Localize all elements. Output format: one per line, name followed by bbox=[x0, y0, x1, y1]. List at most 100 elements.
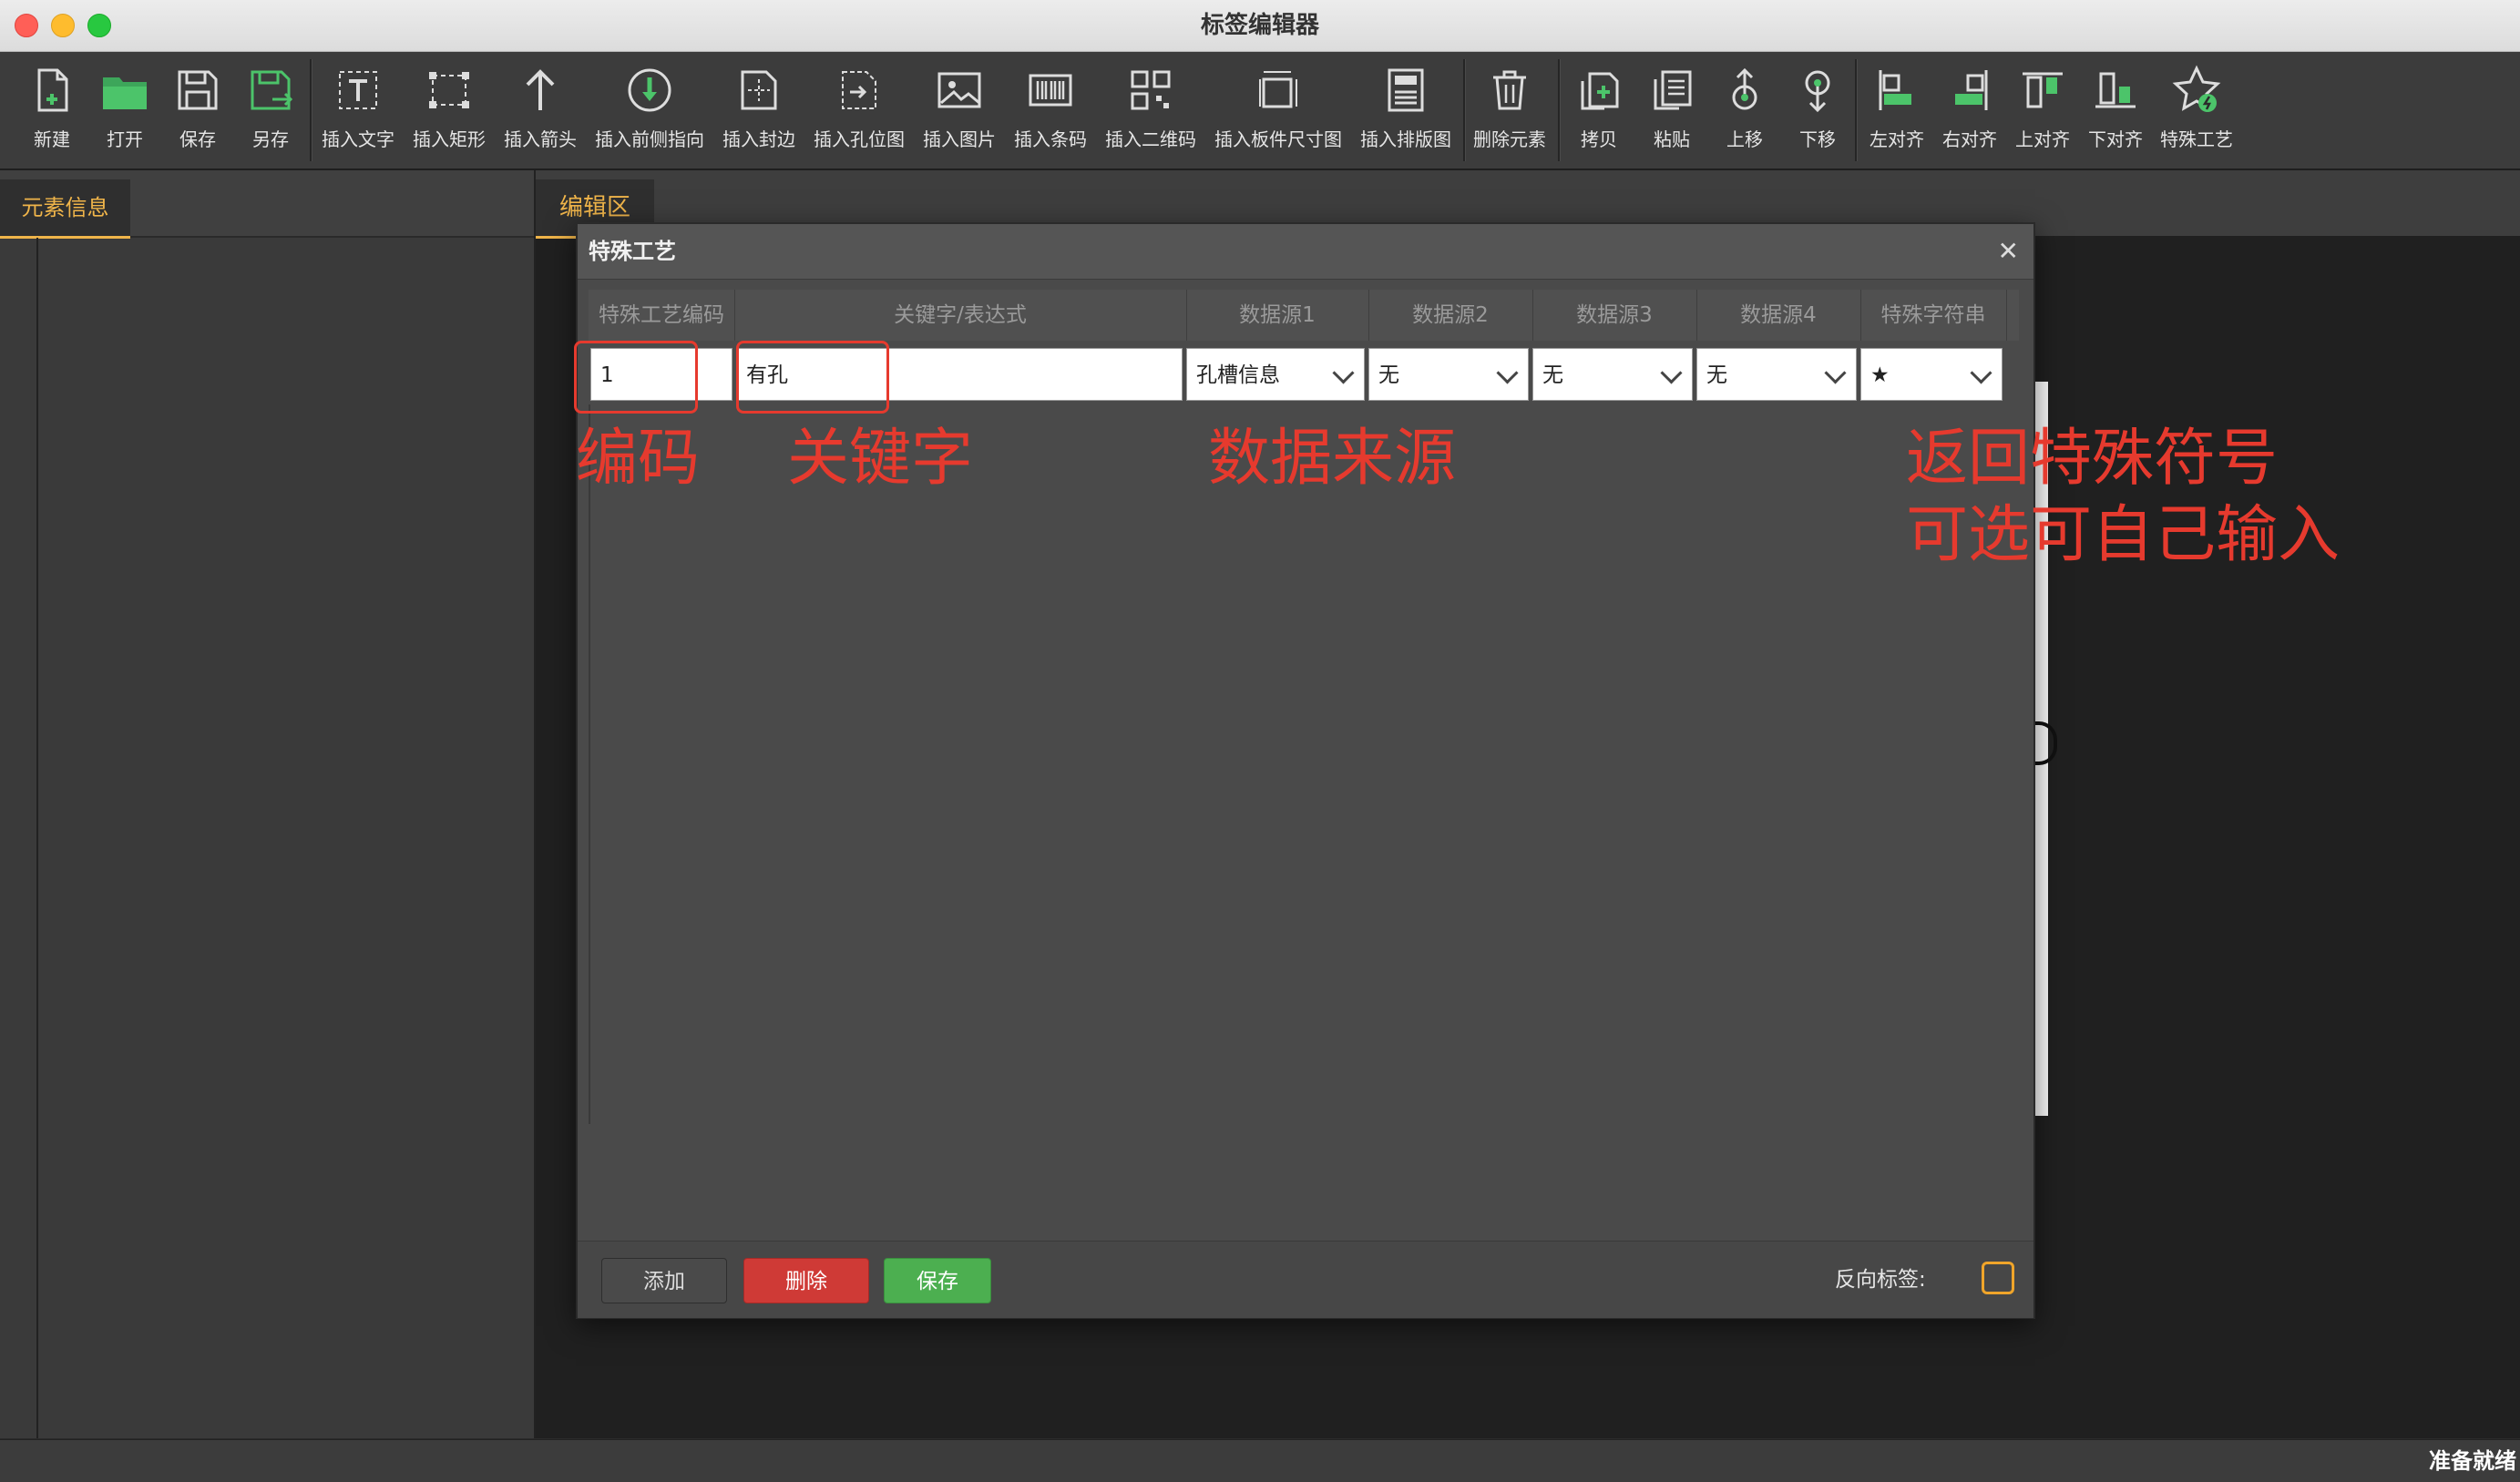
copy-label: 拷贝 bbox=[1581, 128, 1617, 150]
insert-qrcode-label: 插入二维码 bbox=[1105, 128, 1196, 150]
delete-element-label: 删除元素 bbox=[1473, 128, 1546, 150]
chevron-down-icon bbox=[1970, 362, 1992, 384]
insert-qrcode-icon bbox=[1123, 63, 1178, 118]
annotation-box-keyword bbox=[736, 341, 889, 414]
source4-select[interactable]: 无 bbox=[1696, 348, 1857, 401]
save-as-button[interactable]: 另存 bbox=[242, 52, 299, 169]
annotation-source: 数据来源 bbox=[1208, 423, 1457, 495]
insert-front-pointer-label: 插入前侧指向 bbox=[595, 128, 704, 150]
column-header-source2[interactable]: 数据源2 bbox=[1368, 290, 1533, 341]
paste-icon bbox=[1644, 63, 1699, 118]
column-header-special-string[interactable]: 特殊字符串 bbox=[1860, 290, 2007, 341]
copy-icon bbox=[1572, 63, 1626, 118]
insert-rect-button[interactable]: 插入矩形 bbox=[412, 52, 487, 169]
toolbar-separator bbox=[1558, 59, 1561, 161]
insert-hole-map-icon bbox=[832, 63, 886, 118]
chevron-down-icon bbox=[1660, 362, 1683, 384]
align-left-icon bbox=[1870, 63, 1924, 118]
new-label: 新建 bbox=[34, 128, 70, 150]
dialog-title: 特殊工艺 bbox=[589, 239, 676, 264]
source1-value: 孔槽信息 bbox=[1196, 363, 1280, 387]
move-down-label: 下移 bbox=[1799, 128, 1836, 150]
insert-arrow-icon bbox=[513, 63, 568, 118]
insert-panel-size-label: 插入板件尺寸图 bbox=[1214, 128, 1342, 150]
save-toolbar-button[interactable]: 保存 bbox=[169, 52, 226, 169]
new-button[interactable]: 新建 bbox=[24, 52, 80, 169]
save-as-icon bbox=[243, 63, 298, 118]
toolbar-separator bbox=[310, 59, 312, 161]
align-top-button[interactable]: 上对齐 bbox=[2010, 52, 2075, 169]
copy-button[interactable]: 拷贝 bbox=[1571, 52, 1627, 169]
insert-edge-band-button[interactable]: 插入封边 bbox=[722, 52, 796, 169]
special-string-value: ★ bbox=[1870, 363, 1890, 387]
save-toolbar-label: 保存 bbox=[179, 128, 216, 150]
move-down-button[interactable]: 下移 bbox=[1789, 52, 1846, 169]
source1-select[interactable]: 孔槽信息 bbox=[1186, 348, 1365, 401]
insert-arrow-label: 插入箭头 bbox=[504, 128, 577, 150]
insert-image-icon bbox=[932, 63, 987, 118]
source4-value: 无 bbox=[1706, 363, 1727, 387]
move-up-button[interactable]: 上移 bbox=[1716, 52, 1773, 169]
insert-hole-map-button[interactable]: 插入孔位图 bbox=[813, 52, 906, 169]
insert-edge-band-icon bbox=[732, 63, 786, 118]
element-info-gutter bbox=[0, 238, 38, 1438]
save-icon bbox=[170, 63, 225, 118]
delete-element-button[interactable]: 删除元素 bbox=[1472, 52, 1547, 169]
insert-rect-label: 插入矩形 bbox=[413, 128, 486, 150]
element-info-tabbar: 元素信息 bbox=[0, 170, 534, 239]
table-header: 特殊工艺编码 关键字/表达式 数据源1 数据源2 数据源3 数据源4 特殊字符串 bbox=[589, 290, 2019, 341]
insert-qrcode-button[interactable]: 插入二维码 bbox=[1104, 52, 1197, 169]
column-header-code[interactable]: 特殊工艺编码 bbox=[589, 290, 735, 341]
move-up-icon bbox=[1717, 63, 1772, 118]
paste-label: 粘贴 bbox=[1654, 128, 1690, 150]
open-button[interactable]: 打开 bbox=[97, 52, 153, 169]
align-bottom-label: 下对齐 bbox=[2088, 128, 2143, 150]
column-header-source4[interactable]: 数据源4 bbox=[1696, 290, 1861, 341]
window-title: 标签编辑器 bbox=[1200, 12, 1319, 39]
align-left-button[interactable]: 左对齐 bbox=[1864, 52, 1930, 169]
column-header-keyword[interactable]: 关键字/表达式 bbox=[734, 290, 1187, 341]
insert-arrow-button[interactable]: 插入箭头 bbox=[503, 52, 578, 169]
chevron-down-icon bbox=[1332, 362, 1355, 384]
align-bottom-button[interactable]: 下对齐 bbox=[2083, 52, 2148, 169]
dialog-header: 特殊工艺 ✕ bbox=[578, 224, 2033, 280]
insert-text-button[interactable]: 插入文字 bbox=[321, 52, 395, 169]
insert-layout-button[interactable]: 插入排版图 bbox=[1359, 52, 1452, 169]
special-process-button[interactable]: 特殊工艺 bbox=[2156, 52, 2238, 169]
annotation-keyword: 关键字 bbox=[787, 423, 974, 495]
toolbar-separator bbox=[1463, 59, 1466, 161]
close-icon[interactable]: ✕ bbox=[1998, 224, 2019, 279]
status-text: 准备就绪 bbox=[2429, 1448, 2516, 1474]
element-info-panel: 元素信息 bbox=[0, 170, 536, 1438]
insert-panel-size-button[interactable]: 插入板件尺寸图 bbox=[1214, 52, 1343, 169]
delete-button[interactable]: 删除 bbox=[743, 1258, 869, 1303]
save-button[interactable]: 保存 bbox=[884, 1258, 991, 1303]
source3-value: 无 bbox=[1542, 363, 1563, 387]
insert-front-pointer-button[interactable]: 插入前侧指向 bbox=[594, 52, 705, 169]
add-button[interactable]: 添加 bbox=[601, 1258, 727, 1303]
save-as-label: 另存 bbox=[252, 128, 289, 150]
insert-image-label: 插入图片 bbox=[923, 128, 996, 150]
insert-image-button[interactable]: 插入图片 bbox=[922, 52, 997, 169]
align-top-label: 上对齐 bbox=[2015, 128, 2070, 150]
tab-element-info[interactable]: 元素信息 bbox=[0, 179, 130, 239]
insert-edge-band-label: 插入封边 bbox=[722, 128, 795, 150]
align-bottom-icon bbox=[2088, 63, 2143, 118]
status-bar: 准备就绪 bbox=[0, 1439, 2520, 1482]
new-file-icon bbox=[25, 63, 79, 118]
special-string-combo[interactable]: ★ bbox=[1860, 348, 2003, 401]
insert-text-label: 插入文字 bbox=[322, 128, 394, 150]
align-right-button[interactable]: 右对齐 bbox=[1937, 52, 2003, 169]
chevron-down-icon bbox=[1824, 362, 1847, 384]
paste-button[interactable]: 粘贴 bbox=[1644, 52, 1700, 169]
align-right-icon bbox=[1942, 63, 1997, 118]
source2-select[interactable]: 无 bbox=[1368, 348, 1529, 401]
dialog-footer: 添加 删除 保存 反向标签: bbox=[578, 1241, 2033, 1318]
insert-barcode-button[interactable]: 插入条码 bbox=[1013, 52, 1088, 169]
source3-select[interactable]: 无 bbox=[1532, 348, 1693, 401]
column-header-source1[interactable]: 数据源1 bbox=[1186, 290, 1369, 341]
insert-layout-icon bbox=[1378, 63, 1433, 118]
toolbar-separator bbox=[1855, 59, 1858, 161]
column-header-source3[interactable]: 数据源3 bbox=[1532, 290, 1697, 341]
reverse-label-checkbox[interactable] bbox=[1982, 1262, 2014, 1294]
